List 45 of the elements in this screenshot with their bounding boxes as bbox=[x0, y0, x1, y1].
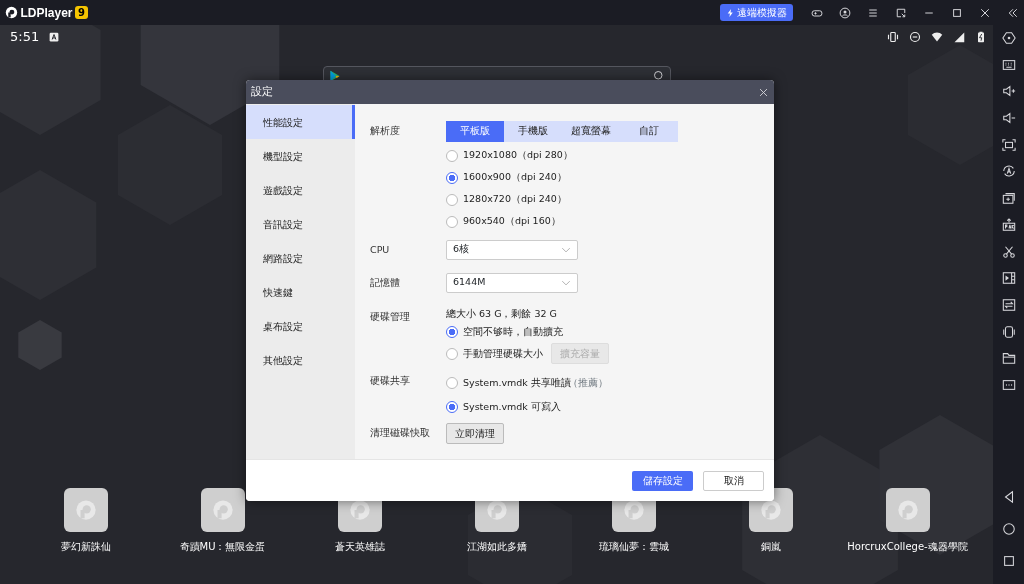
sidebar-item[interactable]: 桌布設定 bbox=[246, 309, 355, 343]
field-label: 記憶體 bbox=[370, 275, 401, 290]
tab[interactable]: 平板版 bbox=[446, 121, 504, 142]
clear-button[interactable]: 立即清理 bbox=[446, 422, 504, 444]
version-badge: 9 bbox=[75, 6, 88, 19]
status-time: 5:51 bbox=[10, 27, 40, 46]
app-name[interactable]: 蒼天英雄誌 bbox=[334, 539, 385, 554]
disk-summary: 總大小 63 G，剩餘 32 G bbox=[446, 306, 558, 321]
radio-label[interactable]: 手動管理硬碟大小 bbox=[463, 346, 543, 361]
radio-label[interactable]: System.vmdk 可寫入 bbox=[463, 399, 561, 414]
save-button[interactable]: 儲存設定 bbox=[632, 470, 693, 491]
sidebar-item[interactable]: 其他設定 bbox=[246, 343, 355, 377]
radio-label[interactable]: 空間不够時，自動擴充 bbox=[463, 324, 563, 339]
sidebar-item[interactable]: 機型設定 bbox=[246, 139, 355, 173]
sidebar-item[interactable]: 性能設定 bbox=[246, 105, 355, 139]
app-name[interactable]: 江湖如此多嬌 bbox=[466, 539, 527, 554]
dropdown-value: 6核 bbox=[453, 242, 470, 257]
dropdown-value: 6144M bbox=[453, 275, 486, 290]
radio-label[interactable]: 1600x900（dpi 240） bbox=[463, 170, 567, 185]
radio-label[interactable]: 1280x720（dpi 240） bbox=[463, 192, 567, 207]
app-name[interactable]: 銅嵐 bbox=[760, 539, 781, 554]
sidebar-item[interactable]: 遊戲設定 bbox=[246, 173, 355, 207]
app-name[interactable]: HorcruxCollege-魂器學院 bbox=[847, 539, 968, 554]
app-name[interactable]: 琉璃仙夢：雲城 bbox=[598, 539, 669, 554]
radio-label[interactable]: 1920x1080（dpi 280） bbox=[463, 148, 573, 163]
dropdown[interactable]: 6144M bbox=[446, 272, 578, 293]
sidebar-item[interactable]: 快速鍵 bbox=[246, 275, 355, 309]
field-label: CPU bbox=[370, 242, 391, 257]
field-label: 清理磁碟快取 bbox=[370, 425, 431, 440]
tab[interactable]: 自訂 bbox=[620, 121, 678, 142]
sidebar-item[interactable]: 音訊設定 bbox=[246, 207, 355, 241]
dialog-title: 設定 bbox=[251, 83, 273, 100]
sidebar-item[interactable]: 網路設定 bbox=[246, 241, 355, 275]
radio-label[interactable]: 960x540（dpi 160） bbox=[463, 214, 561, 229]
tab[interactable]: 手機版 bbox=[504, 121, 562, 142]
field-label: 解析度 bbox=[370, 124, 401, 138]
app-name[interactable]: 夢幻新誅仙 bbox=[60, 539, 111, 554]
cancel-button[interactable]: 取消 bbox=[703, 470, 764, 491]
dropdown[interactable]: 6核 bbox=[446, 239, 578, 260]
app-name[interactable]: 奇蹟MU：無限金蛋 bbox=[179, 539, 266, 554]
remote-emulator-button[interactable]: 遠端模擬器 bbox=[719, 4, 793, 21]
field-label: 硬碟管理 bbox=[370, 309, 411, 324]
field-label: 硬碟共享 bbox=[370, 373, 411, 388]
tab[interactable]: 超寬螢幕 bbox=[562, 121, 620, 142]
app-name: LDPlayer bbox=[20, 4, 73, 22]
